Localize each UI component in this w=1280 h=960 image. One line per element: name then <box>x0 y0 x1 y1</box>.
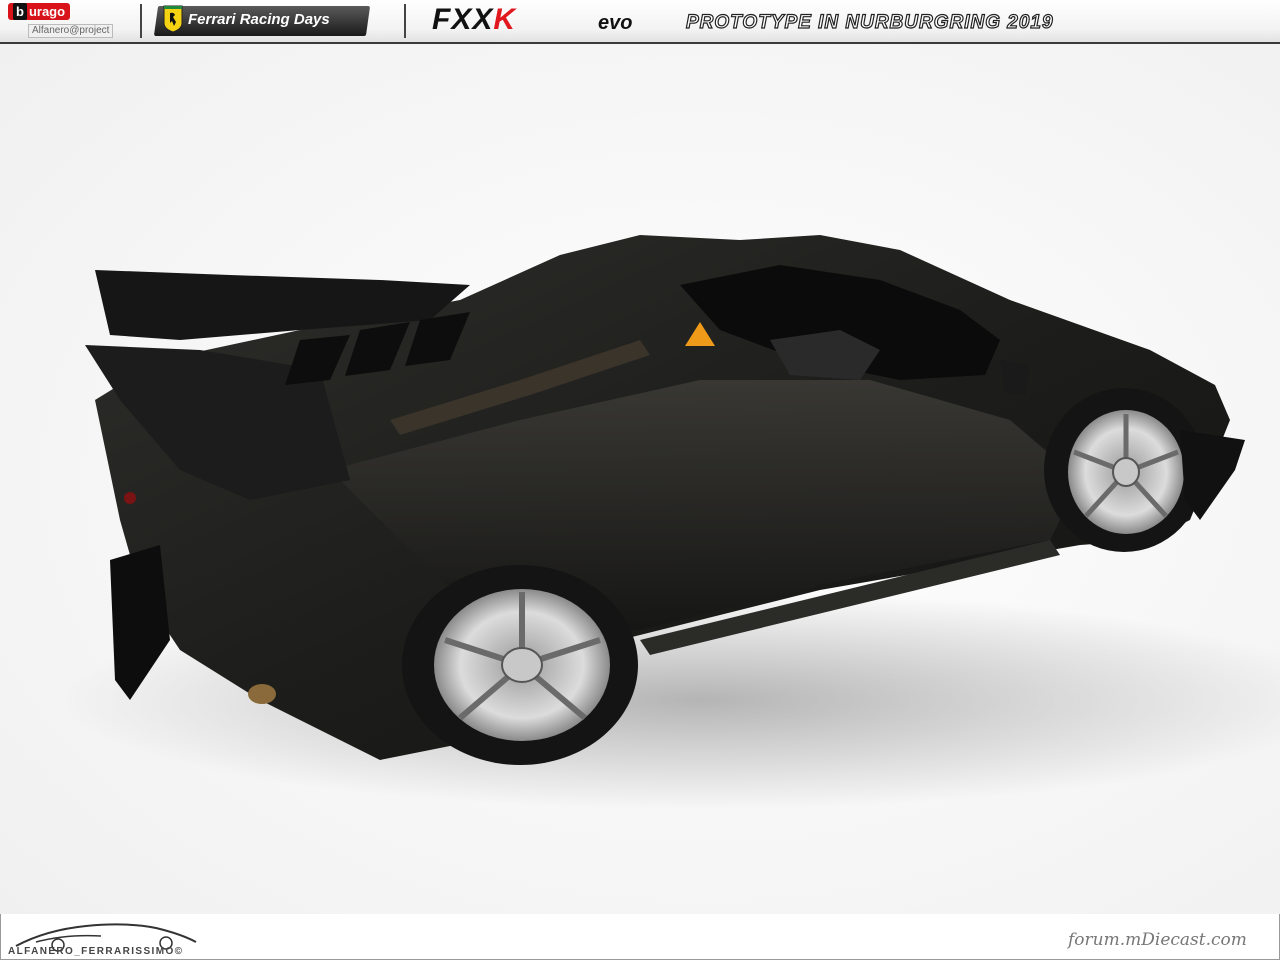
subtitle: PROTOTYPE IN NURBURGRING 2019 <box>685 11 1054 33</box>
project-credit: Alfanero@project <box>28 24 114 38</box>
header-banner: b urago Alfanero@project Ferrari Racing D… <box>0 0 1280 44</box>
forum-watermark: forum.mDiecast.com <box>1068 930 1247 950</box>
header-divider <box>404 4 406 38</box>
signature-text: ALFANERO_FERRARISSIMO© <box>8 946 184 957</box>
front-wheel <box>1044 388 1204 552</box>
bburago-logo: b urago <box>8 3 71 20</box>
rear-wheel <box>402 565 638 765</box>
header-divider <box>140 4 142 38</box>
model-variant: evo <box>598 12 633 34</box>
model-name: FXXK <box>432 3 517 36</box>
series-title: Ferrari Racing Days <box>188 11 330 28</box>
exhaust-pipe <box>248 684 276 704</box>
bburago-badge: b urago Alfanero@project <box>6 3 130 39</box>
car-photo <box>0 44 1280 914</box>
ferrari-shield-icon <box>163 5 183 33</box>
tow-hook <box>124 492 136 504</box>
